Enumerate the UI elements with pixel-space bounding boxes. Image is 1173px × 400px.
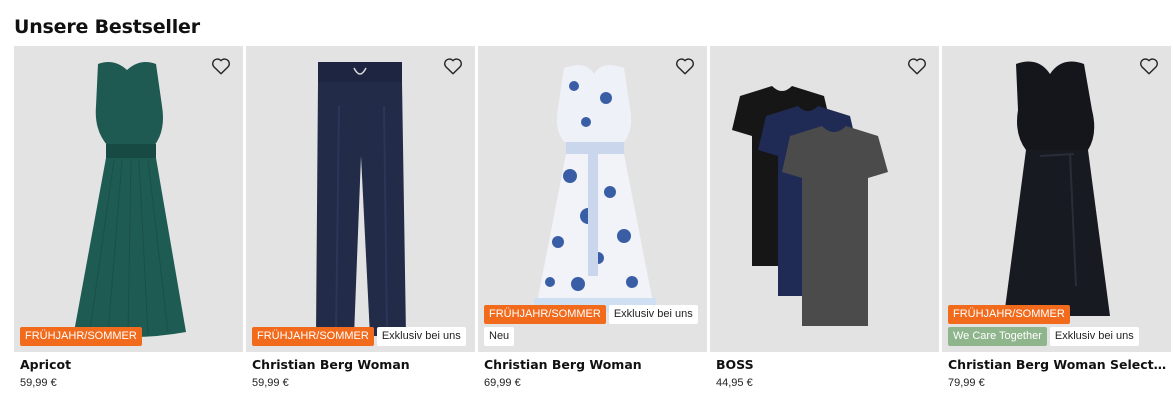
product-price: 69,99 € — [484, 377, 521, 389]
wishlist-heart-icon[interactable] — [906, 55, 928, 77]
sustainability-badge: We Care Together — [948, 327, 1047, 346]
product-brand[interactable]: Christian Berg Woman — [484, 357, 706, 372]
product-card[interactable]: FRÜHJAHR/SOMMER Apricot 59,99 € — [14, 46, 243, 400]
product-price: 79,99 € — [948, 377, 985, 389]
badge-list: FRÜHJAHR/SOMMER Exklusiv bei uns — [252, 327, 471, 346]
product-card[interactable]: FRÜHJAHR/SOMMER Exklusiv bei uns Christi… — [246, 46, 475, 400]
dress-illustration — [74, 62, 186, 337]
product-carousel: FRÜHJAHR/SOMMER Apricot 59,99 € FRÜHJAHR… — [14, 46, 1173, 400]
product-price: 59,99 € — [252, 377, 289, 389]
season-badge: FRÜHJAHR/SOMMER — [948, 305, 1070, 324]
wishlist-heart-icon[interactable] — [1138, 55, 1160, 77]
product-price: 59,99 € — [20, 377, 57, 389]
season-badge: FRÜHJAHR/SOMMER — [484, 305, 606, 324]
exclusive-badge: Exklusiv bei uns — [376, 327, 466, 346]
exclusive-badge: Exklusiv bei uns — [608, 305, 698, 324]
product-brand[interactable]: Christian Berg Woman Selecti... — [948, 357, 1170, 372]
section-title: Unsere Bestseller — [14, 16, 200, 38]
product-price: 44,95 € — [716, 377, 753, 389]
product-card[interactable]: FRÜHJAHR/SOMMER We Care Together Exklusi… — [942, 46, 1171, 400]
product-image[interactable]: FRÜHJAHR/SOMMER Exklusiv bei uns Neu — [478, 46, 707, 352]
product-brand[interactable]: BOSS — [716, 357, 938, 372]
product-image[interactable] — [710, 46, 939, 352]
new-badge: Neu — [484, 327, 515, 346]
product-brand[interactable]: Christian Berg Woman — [252, 357, 474, 372]
wishlist-heart-icon[interactable] — [210, 55, 232, 77]
product-image[interactable]: FRÜHJAHR/SOMMER We Care Together Exklusi… — [942, 46, 1171, 352]
product-image[interactable]: FRÜHJAHR/SOMMER — [14, 46, 243, 352]
product-brand[interactable]: Apricot — [20, 357, 242, 372]
exclusive-badge: Exklusiv bei uns — [1049, 327, 1139, 346]
season-badge: FRÜHJAHR/SOMMER — [20, 327, 142, 346]
tshirts-illustration — [732, 86, 888, 326]
badge-list: FRÜHJAHR/SOMMER Exklusiv bei uns Neu — [484, 305, 703, 346]
product-image[interactable]: FRÜHJAHR/SOMMER Exklusiv bei uns — [246, 46, 475, 352]
product-card[interactable]: BOSS 44,95 € — [710, 46, 939, 400]
wishlist-heart-icon[interactable] — [674, 55, 696, 77]
season-badge: FRÜHJAHR/SOMMER — [252, 327, 374, 346]
product-card[interactable]: FRÜHJAHR/SOMMER Exklusiv bei uns Neu Chr… — [478, 46, 707, 400]
badge-list: FRÜHJAHR/SOMMER — [20, 327, 239, 346]
wishlist-heart-icon[interactable] — [442, 55, 464, 77]
trousers-illustration — [316, 62, 406, 336]
badge-list: FRÜHJAHR/SOMMER We Care Together Exklusi… — [948, 305, 1167, 346]
